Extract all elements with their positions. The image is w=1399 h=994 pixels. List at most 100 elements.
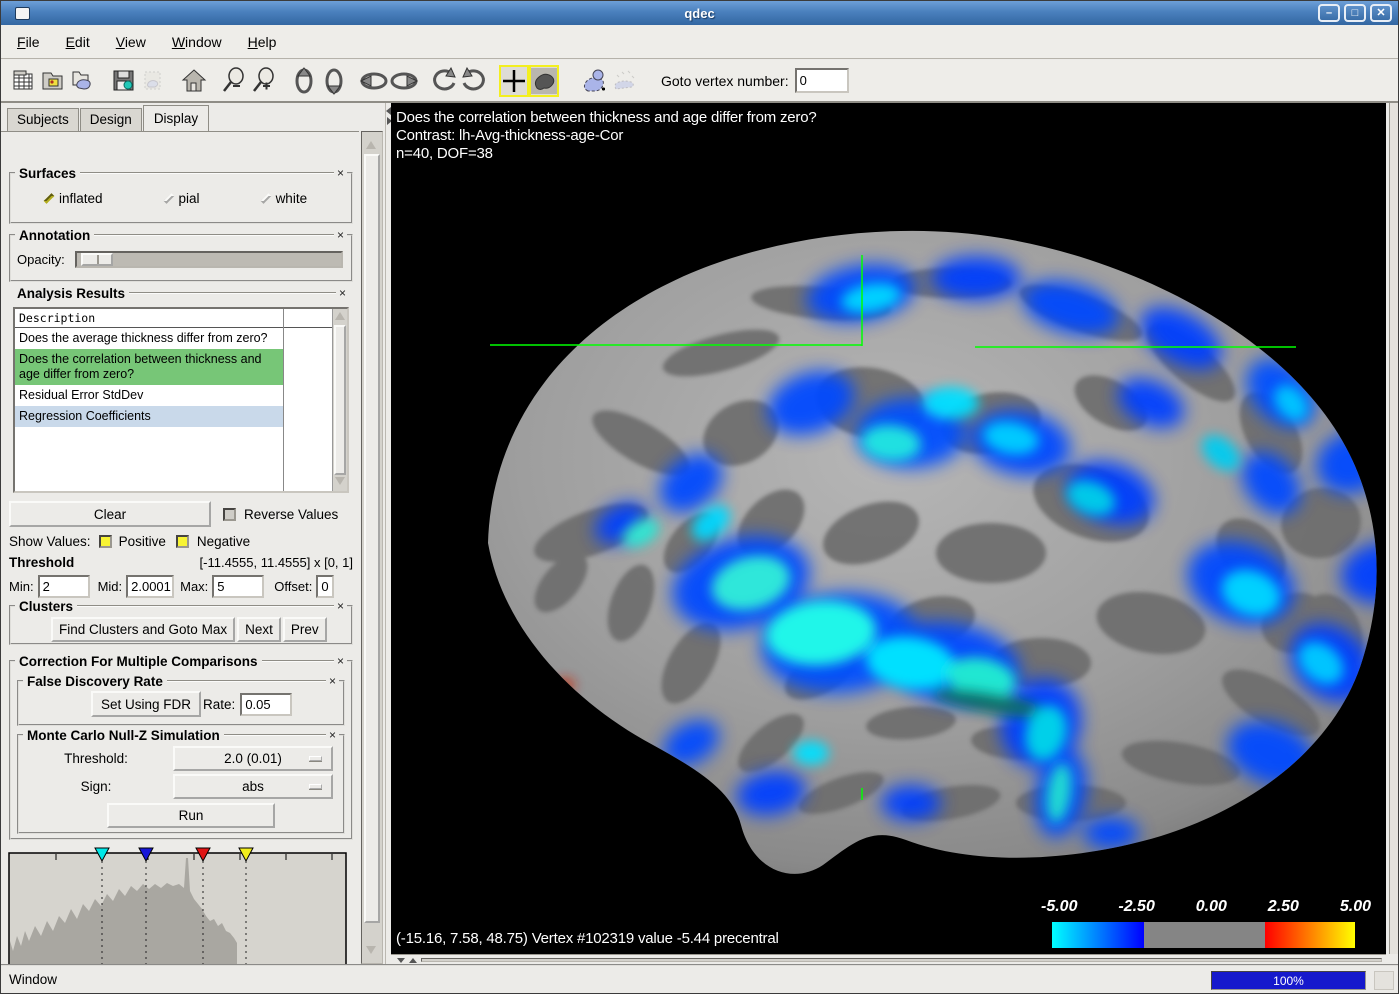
white-radio[interactable] <box>260 193 271 204</box>
rotate-up-button[interactable] <box>289 65 319 97</box>
clusters-close-icon[interactable]: × <box>334 600 347 612</box>
mc-sign-dropdown[interactable]: abs <box>173 774 333 799</box>
load-data-table-button[interactable] <box>9 65 39 97</box>
analysis-list-scrollbar[interactable] <box>332 309 347 491</box>
min-input[interactable] <box>38 575 90 598</box>
progress-bar: 100% <box>1211 971 1366 990</box>
monte-carlo-close-icon[interactable]: × <box>326 729 339 741</box>
reverse-values-label: Reverse Values <box>244 507 338 522</box>
spin-cw-button[interactable] <box>459 65 489 97</box>
tab-subjects[interactable]: Subjects <box>7 108 79 131</box>
clusters-frame: Clusters × Find Clusters and Goto Max Ne… <box>9 605 353 645</box>
positive-checkbox[interactable] <box>99 535 112 548</box>
mid-label: Mid: <box>98 579 123 594</box>
load-label-button[interactable] <box>69 65 99 97</box>
analysis-row-regression[interactable]: Regression Coefficients <box>15 406 283 427</box>
vertex-status-text: (-15.16, 7.58, 48.75) Vertex #102319 val… <box>396 930 779 947</box>
analysis-results-close-icon[interactable]: × <box>336 287 349 299</box>
mid-input[interactable] <box>126 575 174 598</box>
zoom-in-button[interactable] <box>249 65 279 97</box>
analysis-row-avg-thickness[interactable]: Does the average thickness differ from z… <box>15 328 283 349</box>
inflated-radio[interactable] <box>44 193 55 204</box>
clear-button[interactable]: Clear <box>9 501 211 527</box>
correction-title: Correction For Multiple Comparisons <box>15 654 262 669</box>
colorbar-gradient <box>1052 922 1355 948</box>
menu-file[interactable]: File <box>17 34 40 50</box>
minimize-button[interactable]: – <box>1318 4 1340 22</box>
qdec-window: qdec – □ ✕ File Edit View Window Help <box>0 0 1399 994</box>
crosshair-tool-button[interactable] <box>499 65 529 97</box>
goto-vertex-label: Goto vertex number: <box>661 73 789 89</box>
view-vertical-scrollbar[interactable] <box>1389 103 1398 954</box>
view-contrast-text: Contrast: lh-Avg-thickness-age-Cor <box>396 127 623 144</box>
tab-design[interactable]: Design <box>80 108 142 131</box>
reverse-values-checkbox[interactable] <box>223 508 236 521</box>
opacity-slider-thumb[interactable] <box>81 253 113 266</box>
find-clusters-button[interactable]: Find Clusters and Goto Max <box>51 617 235 642</box>
rotate-left-button[interactable] <box>359 65 389 97</box>
max-input[interactable] <box>212 575 264 598</box>
fdr-close-icon[interactable]: × <box>326 675 339 687</box>
crosshair-icon <box>501 68 527 94</box>
rate-input[interactable] <box>240 693 292 716</box>
save-snapshot-button-disabled <box>139 65 169 97</box>
goto-vertex-input[interactable] <box>795 68 849 93</box>
run-simulation-button[interactable]: Run <box>107 803 275 828</box>
add-selection-to-label-button[interactable] <box>579 65 609 97</box>
save-label-button[interactable] <box>109 65 139 97</box>
colorbar-label: 0.00 <box>1196 898 1227 916</box>
project-folder-icon <box>41 68 67 94</box>
restore-view-button[interactable] <box>179 65 209 97</box>
view-dof-text: n=40, DOF=38 <box>396 145 493 162</box>
rotate-right-button[interactable] <box>389 65 419 97</box>
mc-sign-label: Sign: <box>19 779 173 794</box>
menu-help[interactable]: Help <box>248 34 277 50</box>
correction-close-icon[interactable]: × <box>334 655 347 667</box>
spin-ccw-button[interactable] <box>429 65 459 97</box>
colorbar-label: 2.50 <box>1268 898 1299 916</box>
load-project-file-button[interactable] <box>39 65 69 97</box>
menu-view[interactable]: View <box>116 34 146 50</box>
surface-view[interactable]: Does the correlation between thickness a… <box>391 103 1386 954</box>
panel-scrollbar[interactable] <box>361 131 383 964</box>
rotate-up-icon <box>291 67 317 95</box>
description-column-header[interactable]: Description <box>15 309 347 328</box>
remove-selection-icon <box>610 67 638 95</box>
set-using-fdr-button[interactable]: Set Using FDR <box>91 691 201 717</box>
opacity-label: Opacity: <box>17 252 65 267</box>
rotate-down-icon <box>321 67 347 95</box>
negative-checkbox[interactable] <box>176 535 189 548</box>
menu-edit[interactable]: Edit <box>66 34 90 50</box>
rotate-down-button[interactable] <box>319 65 349 97</box>
opacity-slider[interactable] <box>75 251 343 268</box>
analysis-results-list: Description Does the average thickness d… <box>13 307 349 493</box>
surfaces-close-icon[interactable]: × <box>334 167 347 179</box>
pial-label: pial <box>179 191 200 206</box>
analysis-row-residual[interactable]: Residual Error StdDev <box>15 385 283 406</box>
menu-window[interactable]: Window <box>172 34 222 50</box>
analysis-row-correlation[interactable]: Does the correlation between thickness a… <box>15 349 283 385</box>
spin-cw-icon <box>460 67 488 95</box>
tab-display[interactable]: Display <box>143 105 209 132</box>
select-region-tool-button[interactable] <box>529 65 559 97</box>
mc-threshold-dropdown[interactable]: 2.0 (0.01) <box>173 746 333 771</box>
next-cluster-button[interactable]: Next <box>237 617 281 642</box>
show-values-label: Show Values: <box>9 534 91 549</box>
view-horizontal-scrollbar[interactable] <box>391 954 1386 964</box>
label-folder-icon <box>71 68 97 94</box>
view-question-text: Does the correlation between thickness a… <box>396 109 817 126</box>
annotation-close-icon[interactable]: × <box>334 229 347 241</box>
close-button[interactable]: ✕ <box>1370 4 1392 22</box>
zoom-out-button[interactable] <box>219 65 249 97</box>
analysis-results-frame: Analysis Results × Description Does the … <box>9 294 353 500</box>
threshold-range-text: [-11.4555, 11.4555] x [0, 1] <box>200 555 353 570</box>
pial-radio[interactable] <box>163 193 174 204</box>
maximize-button[interactable]: □ <box>1344 4 1366 22</box>
option-menu-indicator-icon <box>309 756 322 761</box>
surfaces-title: Surfaces <box>15 166 80 181</box>
zoom-out-icon <box>220 67 248 95</box>
prev-cluster-button[interactable]: Prev <box>283 617 327 642</box>
offset-input[interactable] <box>316 575 334 598</box>
colorbar-label: 5.00 <box>1340 898 1371 916</box>
resize-grip[interactable] <box>1374 971 1394 990</box>
